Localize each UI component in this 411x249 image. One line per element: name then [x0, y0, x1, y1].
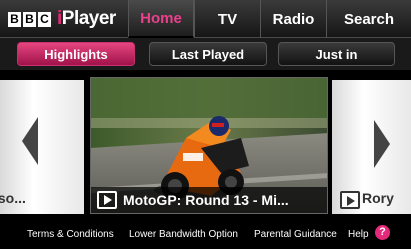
help-icon[interactable]: ?	[375, 225, 390, 240]
footer-links: Terms & Conditions Lower Bandwidth Optio…	[0, 220, 411, 249]
programme-carousel: iso...	[0, 77, 411, 214]
highlights-button[interactable]: Highlights	[17, 42, 135, 66]
last-played-button[interactable]: Last Played	[149, 42, 267, 66]
play-icon[interactable]	[97, 191, 117, 209]
previous-programme-title: iso...	[0, 190, 26, 206]
featured-programme-title: MotoGP: Round 13 - Mi...	[123, 192, 289, 208]
top-navigation-bar: B B C iPlayer Home TV Radio Search	[0, 0, 411, 38]
tab-tv[interactable]: TV	[194, 0, 260, 38]
chevron-right-icon[interactable]	[374, 120, 390, 168]
iplayer-app: B B C iPlayer Home TV Radio Search Highl…	[0, 0, 411, 249]
logo-letter: B	[8, 11, 21, 27]
chevron-left-icon[interactable]	[22, 117, 38, 165]
iplayer-wordmark: iPlayer	[57, 8, 116, 30]
tab-search[interactable]: Search	[326, 0, 411, 38]
tab-radio[interactable]: Radio	[260, 0, 326, 38]
logo-letter: B	[23, 11, 36, 27]
parental-guidance-link[interactable]: Parental Guidance	[254, 229, 337, 240]
iplayer-word-rest: Player	[61, 8, 117, 29]
just-in-button[interactable]: Just in	[278, 42, 395, 66]
next-programme-title: Rory	[362, 190, 394, 206]
terms-link[interactable]: Terms & Conditions	[27, 229, 114, 240]
help-link[interactable]: Help	[348, 229, 369, 240]
play-icon[interactable]	[340, 191, 360, 209]
tab-home[interactable]: Home	[128, 0, 194, 38]
previous-programme-card[interactable]: iso...	[0, 80, 84, 214]
logo-letter: C	[38, 11, 51, 27]
bbc-iplayer-logo[interactable]: B B C iPlayer	[8, 8, 116, 30]
sub-navigation: Highlights Last Played Just in	[0, 38, 411, 70]
lower-bandwidth-link[interactable]: Lower Bandwidth Option	[129, 229, 238, 240]
featured-caption-bar: MotoGP: Round 13 - Mi...	[91, 187, 327, 213]
featured-programme-card[interactable]: MotoGP: Round 13 - Mi...	[90, 77, 328, 214]
